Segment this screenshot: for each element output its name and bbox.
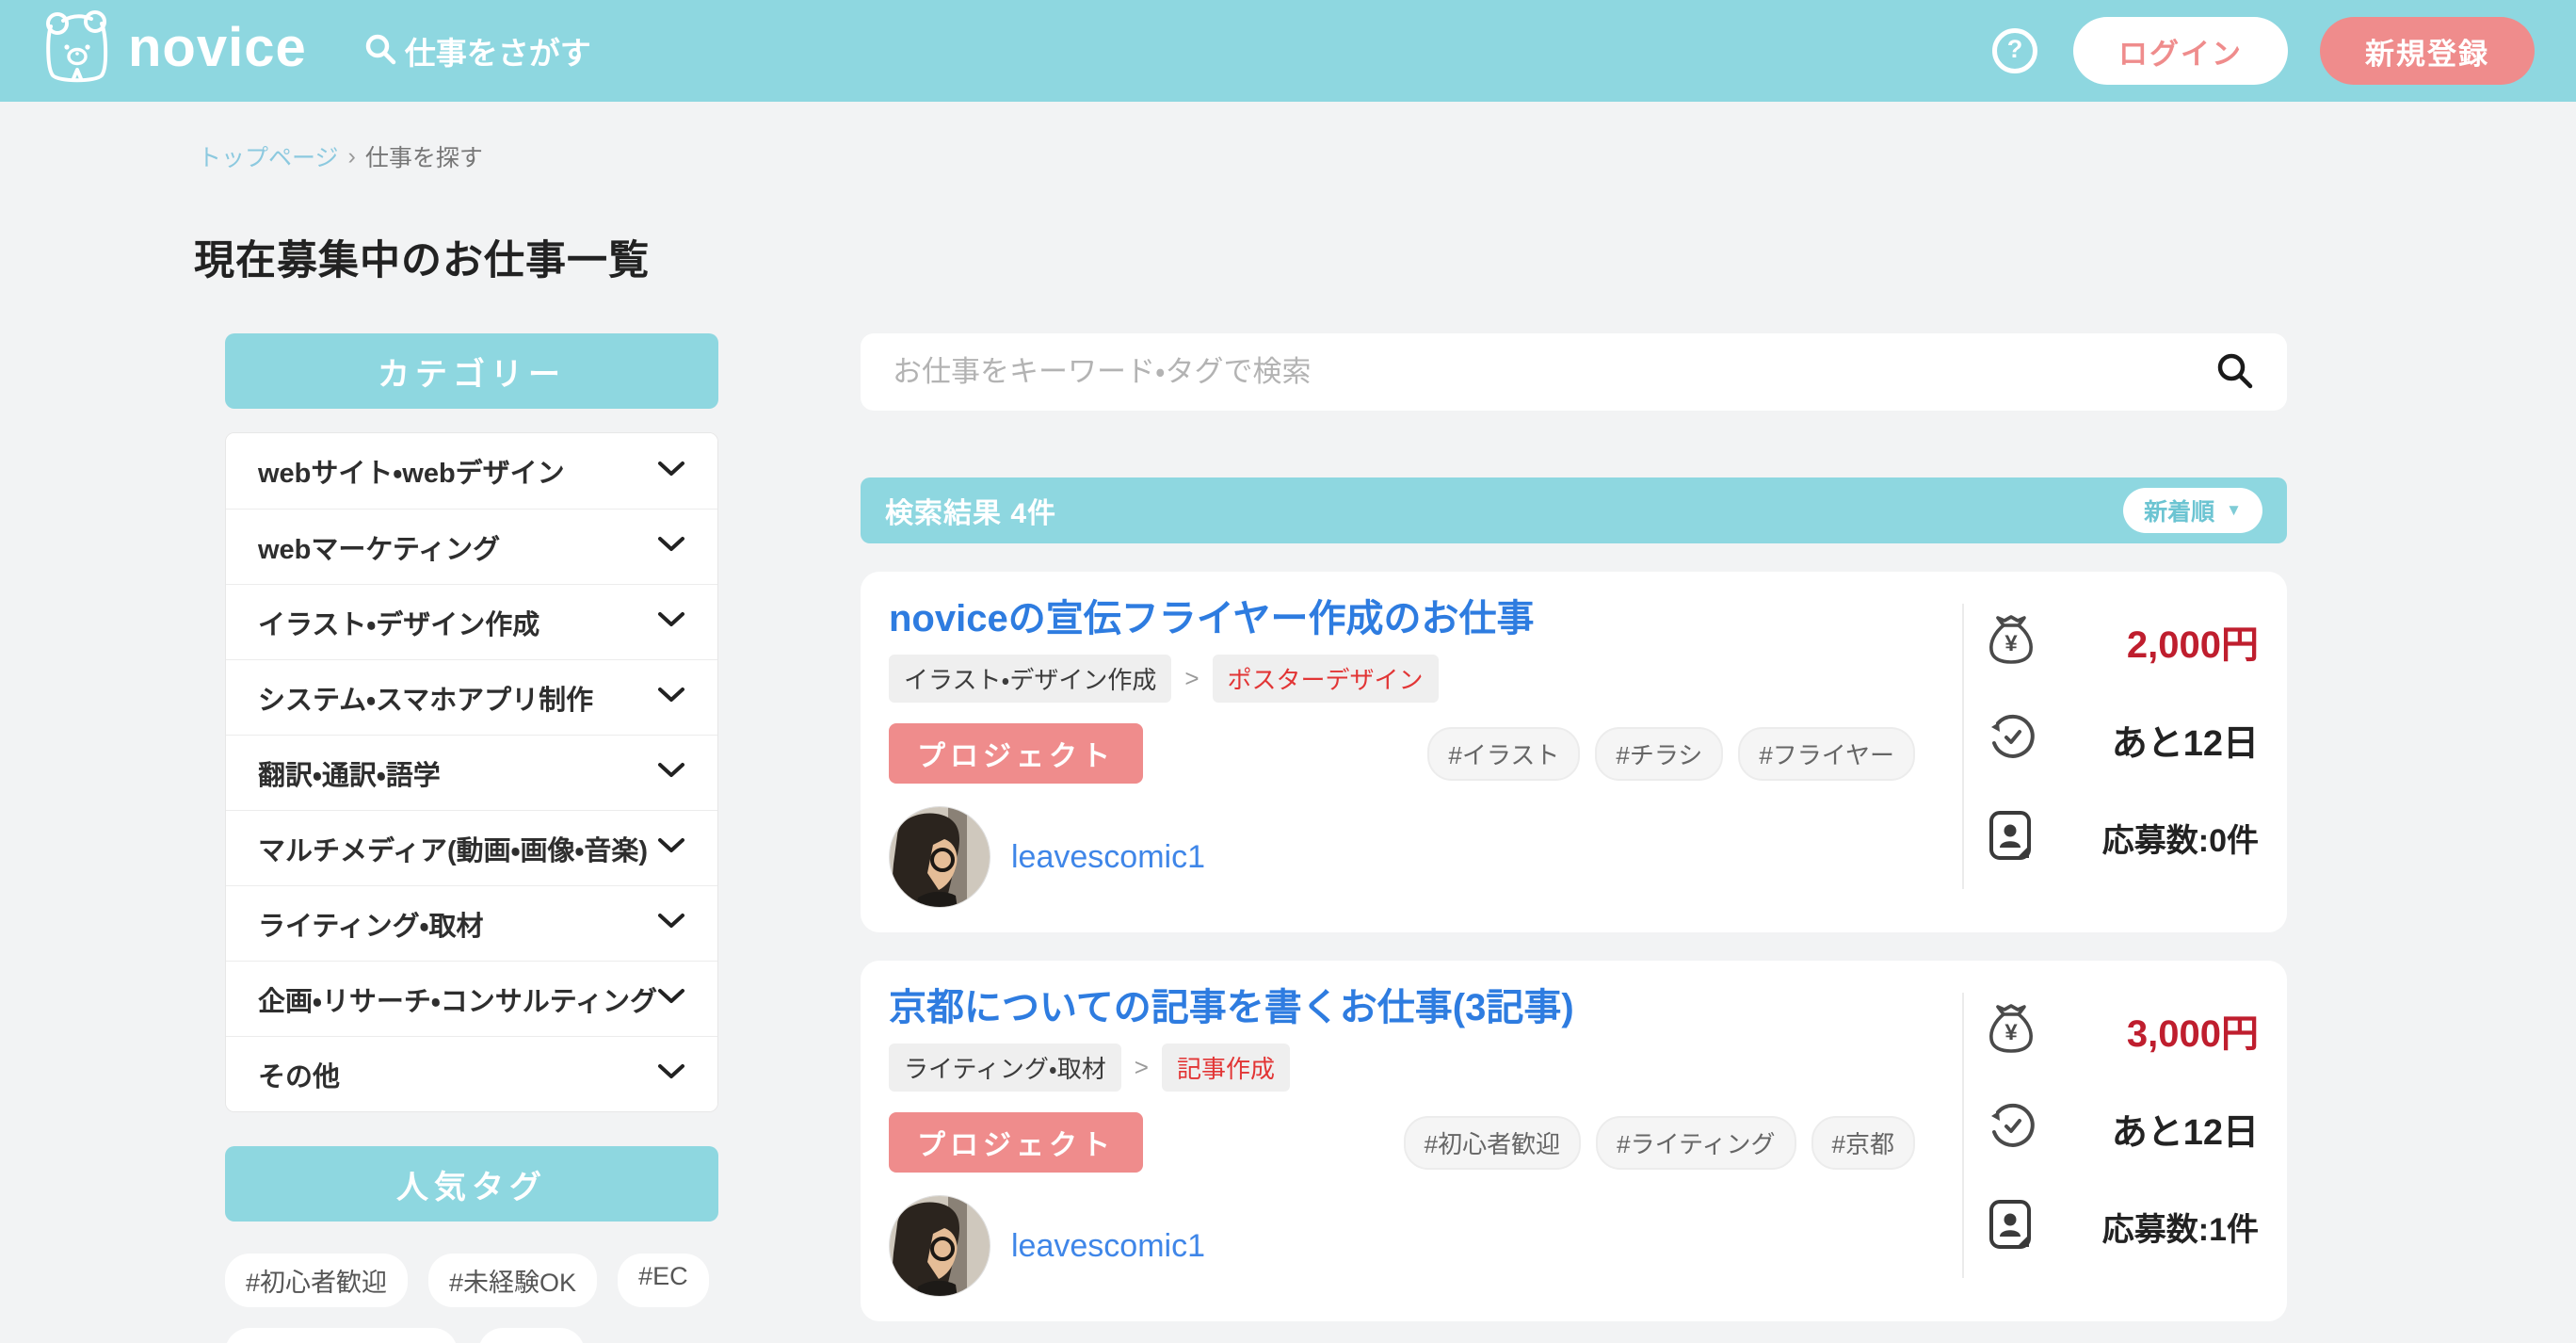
popular-tag[interactable]: #未経験OK bbox=[428, 1254, 597, 1307]
signup-button[interactable]: 新規登録 bbox=[2320, 17, 2535, 85]
deadline-clock-icon bbox=[1988, 1103, 2036, 1155]
job-card: noviceの宣伝フライヤー作成のお仕事 イラスト・デザイン作成 > ポスターデ… bbox=[861, 572, 2287, 932]
job-tag[interactable]: #ライティング bbox=[1596, 1116, 1795, 1170]
job-tag[interactable]: #京都 bbox=[1811, 1116, 1915, 1170]
category-item-web-marketing[interactable]: webマーケティング bbox=[226, 509, 717, 584]
search-icon bbox=[363, 32, 397, 71]
job-price: 2,000円 bbox=[2127, 614, 2259, 669]
category-item-illustration[interactable]: イラスト・デザイン作成 bbox=[226, 584, 717, 659]
category-item-web-design[interactable]: webサイト・webデザイン bbox=[226, 433, 717, 509]
category-separator: > bbox=[1184, 664, 1199, 693]
job-type-badge: プロジェクト bbox=[889, 723, 1143, 784]
job-applications: 応募数:0件 bbox=[2102, 815, 2259, 861]
applicant-card-icon bbox=[1988, 810, 2032, 866]
nav-find-jobs-label: 仕事をさがす bbox=[405, 28, 591, 73]
chevron-down-icon bbox=[657, 837, 685, 859]
brand-logo[interactable]: novice bbox=[41, 9, 307, 93]
job-applications: 応募数:1件 bbox=[2102, 1204, 2259, 1250]
help-icon[interactable]: ? bbox=[1990, 26, 2039, 75]
popular-tag[interactable]: #マニュアル有り bbox=[225, 1328, 458, 1343]
job-tags: #イラスト #チラシ #フライヤー bbox=[1427, 727, 1915, 781]
chevron-down-icon bbox=[657, 913, 685, 934]
job-subcategory-chip[interactable]: ポスターデザイン bbox=[1213, 655, 1439, 703]
job-price: 3,000円 bbox=[2127, 1003, 2259, 1058]
popular-tags: #初心者歓迎 #未経験OK #EC #マニュアル有り #京都 bbox=[225, 1254, 718, 1343]
job-category-chip[interactable]: イラスト・デザイン作成 bbox=[889, 655, 1171, 703]
job-owner-link[interactable]: leavescomic1 bbox=[1011, 1228, 1205, 1265]
top-navigation-bar: novice 仕事をさがす ? ログイン 新規登録 bbox=[0, 0, 2576, 102]
job-results-column: 検索結果 4件 新着順 ▼ noviceの宣伝フライヤー作成のお仕事 イラスト・… bbox=[861, 333, 2287, 1343]
category-separator: > bbox=[1135, 1053, 1149, 1082]
filter-sidebar: カテゴリー webサイト・webデザイン webマーケティング イラスト・デザイ… bbox=[225, 333, 718, 1343]
svg-text:?: ? bbox=[2007, 35, 2023, 63]
job-tags: #初心者歓迎 #ライティング #京都 bbox=[1404, 1116, 1915, 1170]
category-list: webサイト・webデザイン webマーケティング イラスト・デザイン作成 シス… bbox=[225, 432, 718, 1112]
job-type-badge: プロジェクト bbox=[889, 1112, 1143, 1173]
popular-tag[interactable]: #京都 bbox=[478, 1328, 585, 1343]
job-search-box bbox=[861, 333, 2287, 411]
chevron-down-icon bbox=[657, 1063, 685, 1085]
breadcrumb-current: 仕事を探す bbox=[365, 139, 483, 173]
search-submit-button[interactable] bbox=[2215, 351, 2255, 394]
chevron-down-icon bbox=[657, 687, 685, 708]
job-subcategory-chip[interactable]: 記事作成 bbox=[1162, 1044, 1290, 1092]
dropdown-arrow-icon: ▼ bbox=[2226, 501, 2242, 520]
job-title-link[interactable]: noviceの宣伝フライヤー作成のお仕事 bbox=[889, 598, 1915, 639]
money-bag-icon: ¥ bbox=[1988, 1003, 2034, 1059]
popular-tag[interactable]: #EC bbox=[618, 1254, 709, 1307]
page-title: 現在募集中のお仕事一覧 bbox=[194, 228, 2576, 286]
deadline-clock-icon bbox=[1988, 714, 2036, 766]
avatar[interactable] bbox=[889, 806, 990, 908]
applicant-card-icon bbox=[1988, 1199, 2032, 1254]
job-owner-link[interactable]: leavescomic1 bbox=[1011, 839, 1205, 876]
chevron-down-icon bbox=[657, 988, 685, 1010]
category-panel-header: カテゴリー bbox=[225, 333, 718, 409]
svg-text:¥: ¥ bbox=[2004, 1020, 2018, 1045]
job-stats: ¥ 3,000円 あと12日 bbox=[1962, 993, 2287, 1278]
job-category-breadcrumb: ライティング・取材 > 記事作成 bbox=[889, 1044, 1915, 1092]
nav-find-jobs[interactable]: 仕事をさがす bbox=[363, 28, 591, 73]
job-search-input[interactable] bbox=[893, 355, 2215, 389]
results-count: 検索結果 4件 bbox=[885, 490, 1056, 531]
category-item-writing[interactable]: ライティング・取材 bbox=[226, 885, 717, 961]
job-tag[interactable]: #フライヤー bbox=[1738, 727, 1915, 781]
brand-name: novice bbox=[128, 21, 307, 81]
search-icon bbox=[2215, 351, 2255, 394]
job-stats: ¥ 2,000円 あと12日 bbox=[1962, 604, 2287, 889]
job-category-breadcrumb: イラスト・デザイン作成 > ポスターデザイン bbox=[889, 655, 1915, 703]
category-item-translation[interactable]: 翻訳・通訳・語学 bbox=[226, 735, 717, 810]
chevron-down-icon bbox=[657, 461, 685, 482]
job-deadline: あと12日 bbox=[2112, 1103, 2259, 1155]
job-category-chip[interactable]: ライティング・取材 bbox=[889, 1044, 1121, 1092]
job-tag[interactable]: #初心者歓迎 bbox=[1404, 1116, 1581, 1170]
bear-logo-icon bbox=[41, 9, 115, 93]
results-bar: 検索結果 4件 新着順 ▼ bbox=[861, 477, 2287, 543]
job-tag[interactable]: #チラシ bbox=[1595, 727, 1723, 781]
job-title-link[interactable]: 京都についての記事を書くお仕事(3記事) bbox=[889, 987, 1915, 1028]
svg-text:¥: ¥ bbox=[2004, 631, 2018, 656]
money-bag-icon: ¥ bbox=[1988, 614, 2034, 670]
sort-dropdown[interactable]: 新着順 ▼ bbox=[2123, 488, 2262, 533]
chevron-down-icon bbox=[657, 536, 685, 558]
popular-tags-header: 人気タグ bbox=[225, 1146, 718, 1222]
avatar[interactable] bbox=[889, 1195, 990, 1297]
chevron-down-icon bbox=[657, 611, 685, 633]
login-button[interactable]: ログイン bbox=[2073, 17, 2288, 85]
chevron-down-icon bbox=[657, 762, 685, 784]
category-item-consulting[interactable]: 企画・リサーチ・コンサルティング bbox=[226, 961, 717, 1036]
category-item-system-app[interactable]: システム・スマホアプリ制作 bbox=[226, 659, 717, 735]
popular-tag[interactable]: #初心者歓迎 bbox=[225, 1254, 408, 1307]
breadcrumb-separator: › bbox=[348, 143, 356, 170]
category-item-multimedia[interactable]: マルチメディア(動画・画像・音楽) bbox=[226, 810, 717, 885]
breadcrumb-home-link[interactable]: トップページ bbox=[198, 139, 339, 173]
job-deadline: あと12日 bbox=[2112, 714, 2259, 766]
job-card: 京都についての記事を書くお仕事(3記事) ライティング・取材 > 記事作成 プロ… bbox=[861, 961, 2287, 1321]
job-tag[interactable]: #イラスト bbox=[1427, 727, 1580, 781]
breadcrumb: トップページ › 仕事を探す bbox=[0, 102, 2576, 173]
category-item-other[interactable]: その他 bbox=[226, 1036, 717, 1111]
